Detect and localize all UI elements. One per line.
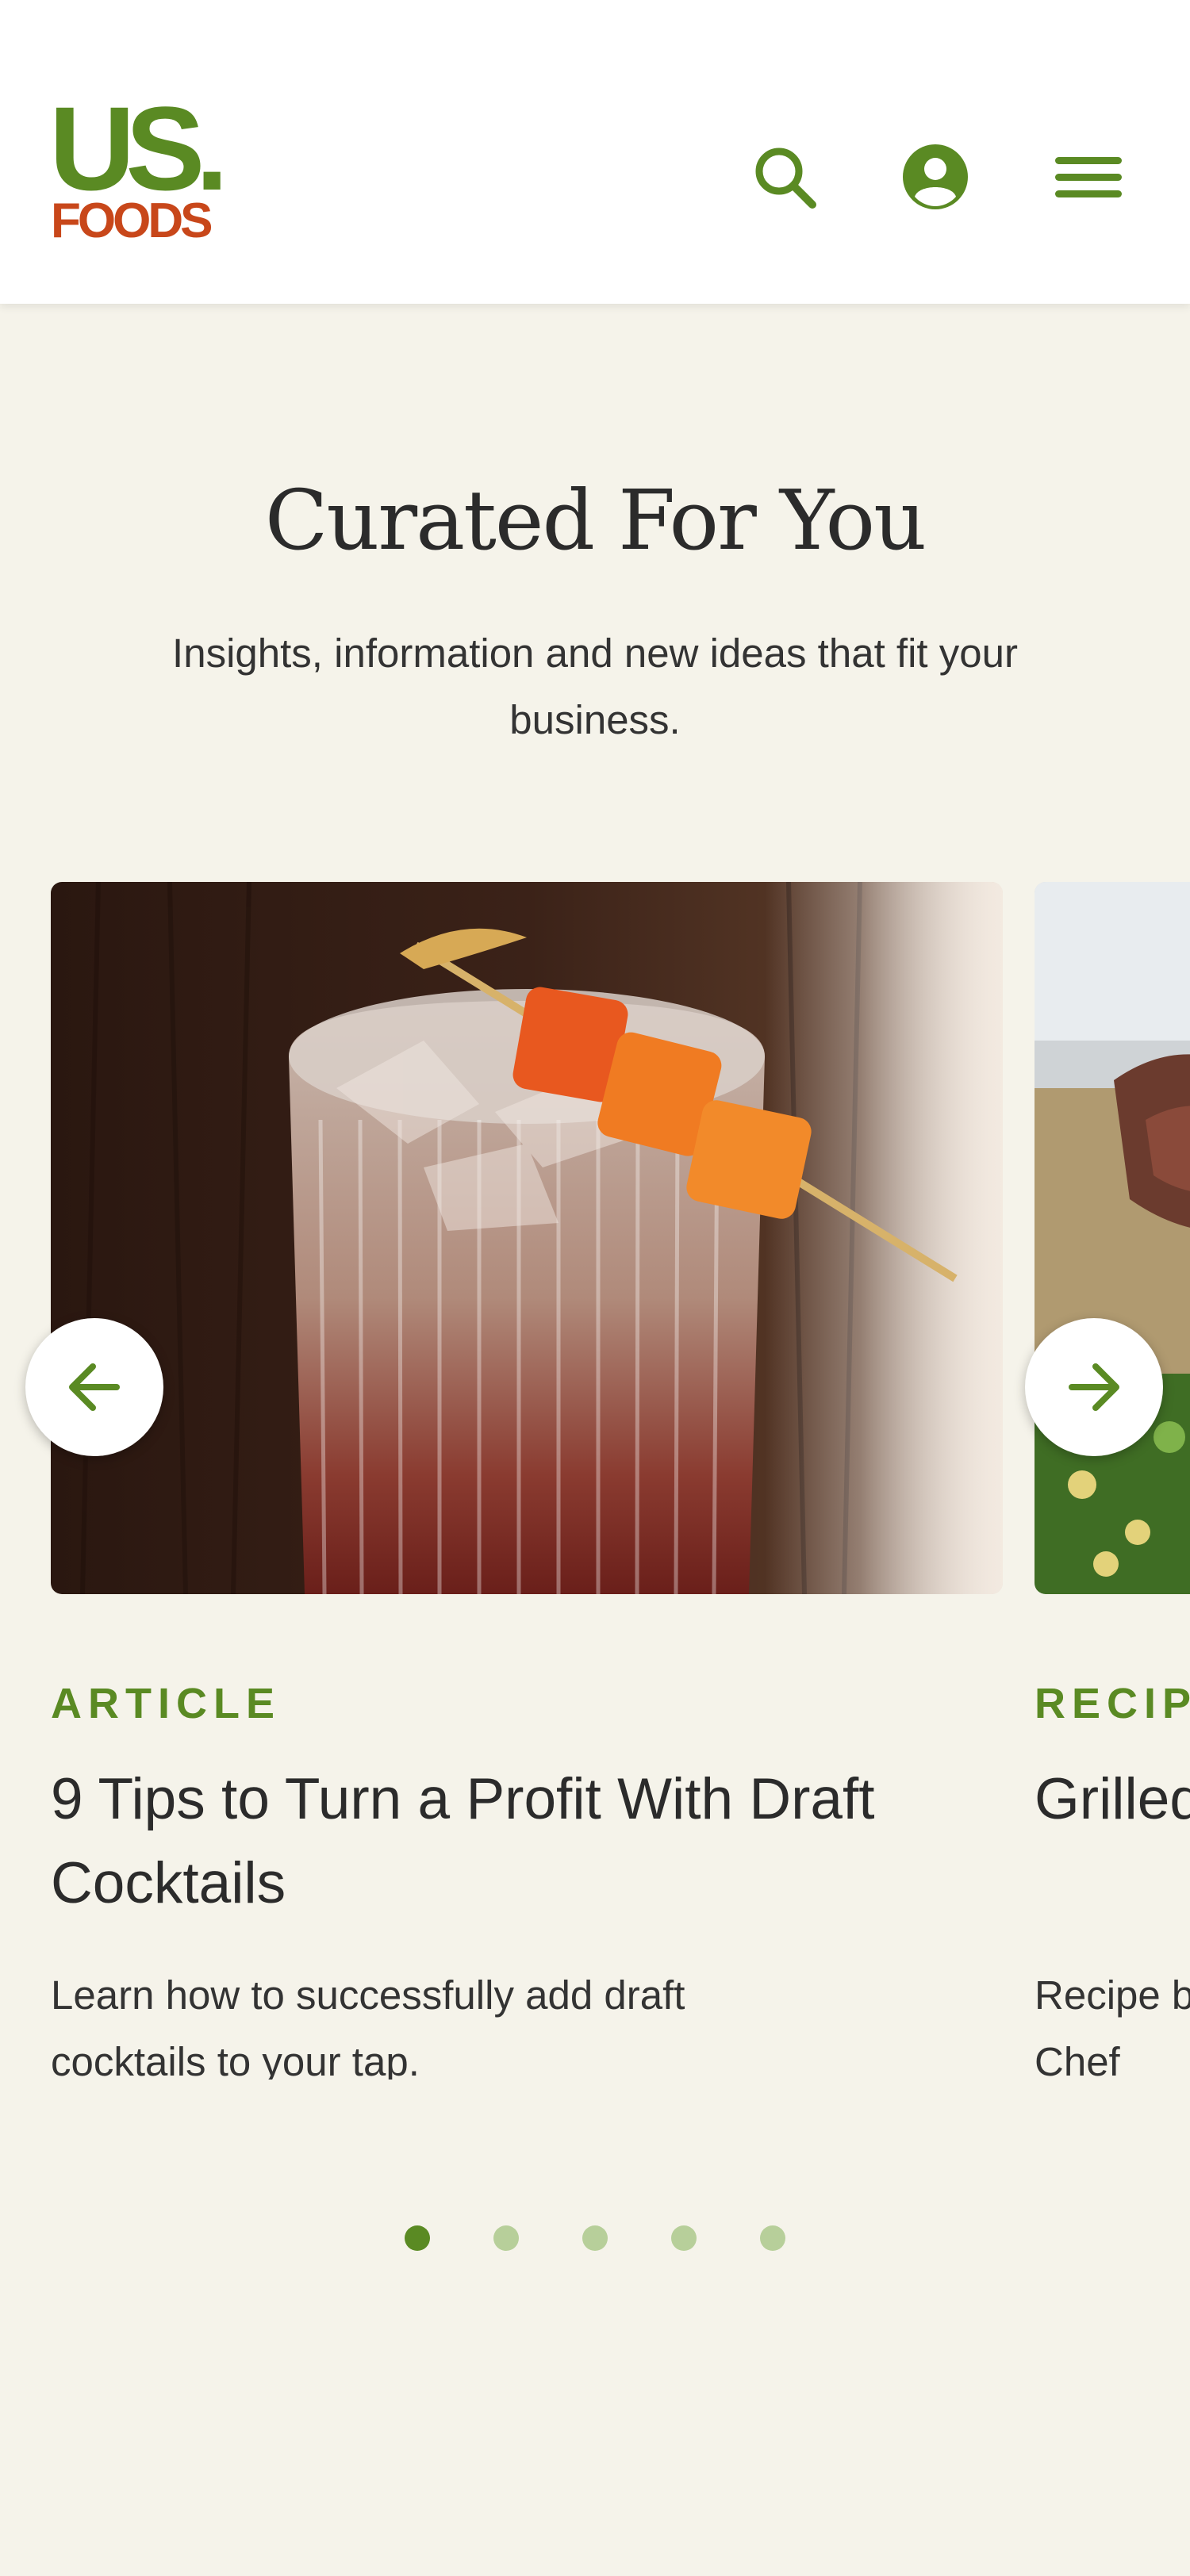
carousel-dot[interactable] [493,2225,519,2251]
carousel-next-button[interactable] [1025,1318,1163,1456]
menu-icon[interactable] [1054,143,1122,211]
carousel-dot[interactable] [671,2225,697,2251]
arrow-left-icon [69,1363,120,1411]
site-header: US. FOODS [0,0,1190,304]
search-icon[interactable] [750,143,819,211]
card-category: ARTICLE [51,1680,281,1727]
carousel-dot[interactable] [582,2225,608,2251]
card-title[interactable]: 9 Tips to Turn a Profit With Draft Cockt… [51,1758,908,1926]
card-category: RECIPE [1035,1680,1190,1727]
content-card[interactable]: ARTICLE 9 Tips to Turn a Profit With Dra… [51,882,1003,2080]
content-card[interactable]: RECIPE Grilled Chimi Recipe b Chef [1035,882,1190,2087]
section-title: Curated For You [264,472,927,569]
carousel-pagination [0,2225,1190,2254]
carousel-prev-button[interactable] [25,1318,163,1456]
cocktail-image[interactable] [51,882,1003,1594]
card-description: Learn how to successfully add draft cock… [51,1972,685,2080]
carousel-dot[interactable] [760,2225,785,2251]
card-description: Recipe b Chef [1035,1972,1190,2080]
us-foods-logo[interactable]: US. FOODS [49,89,228,250]
section-subtitle: Insights, information and new ideas that… [172,631,1018,742]
arrow-right-icon [1069,1363,1119,1411]
grilled-dish-image[interactable] [1035,882,1190,1594]
carousel-dot[interactable] [405,2225,430,2251]
account-icon[interactable] [901,143,969,211]
logo-us-text: US. [49,82,228,215]
card-title[interactable]: Grilled Chimi [1035,1758,1190,1842]
logo-foods-text: FOODS [51,194,213,248]
